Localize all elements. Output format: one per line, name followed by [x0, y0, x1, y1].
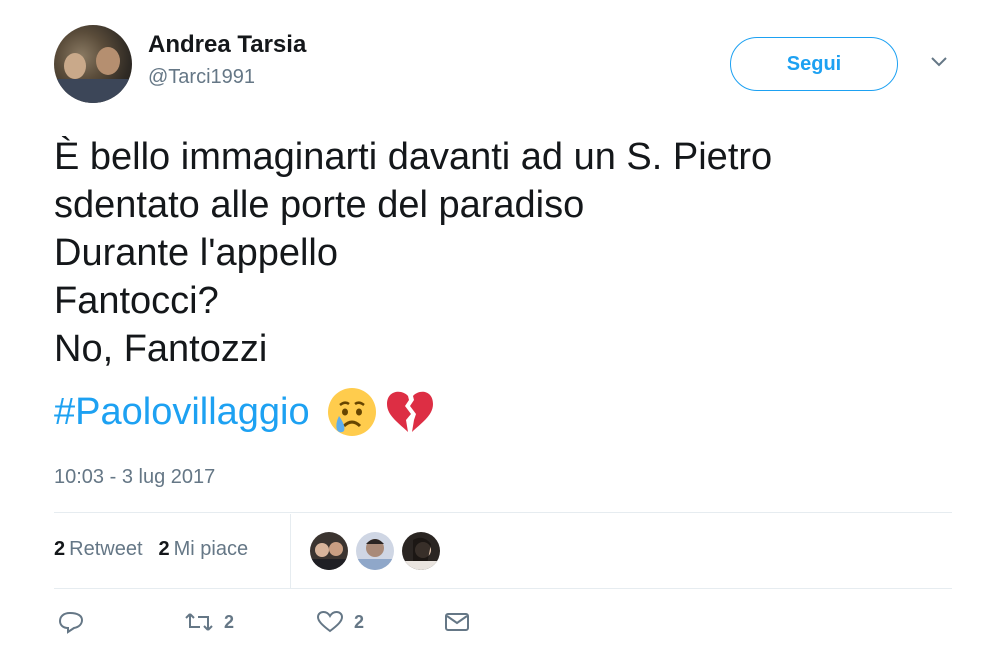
stats-divider — [290, 514, 291, 588]
tweet-timestamp[interactable]: 10:03 - 3 lug 2017 — [54, 466, 215, 489]
liker-avatar[interactable] — [356, 532, 394, 570]
user-handle[interactable]: @Tarci1991 — [148, 66, 255, 89]
follow-button[interactable]: Segui — [730, 37, 898, 91]
tweet-actions: 2 2 — [0, 610, 1000, 640]
broken-heart-emoji-icon — [386, 391, 433, 432]
engagement-stats: 2 Retweet 2 Mi piace — [54, 538, 248, 561]
retweet-button[interactable]: 2 — [184, 610, 234, 634]
hashtag-line: #Paolovillaggio — [54, 384, 438, 440]
tweet-line: È bello immaginarti davanti ad un S. Pie… — [54, 136, 773, 178]
like-button[interactable]: 2 — [316, 610, 364, 634]
tweet-line: No, Fantozzi — [54, 328, 268, 370]
reply-icon — [58, 611, 84, 634]
divider — [54, 512, 952, 513]
tweet-line: sdentato alle porte del paradiso — [54, 184, 585, 226]
crying-face-emoji-icon — [327, 388, 376, 436]
like-stat-label: Mi piace — [173, 538, 249, 560]
user-avatar[interactable] — [54, 25, 132, 103]
tweet-text: È bello immaginarti davanti ad un S. Pie… — [54, 133, 772, 373]
envelope-icon — [445, 613, 469, 631]
direct-message-button[interactable] — [444, 610, 470, 634]
retweet-count: 2 — [224, 611, 235, 632]
retweet-stat[interactable]: 2 Retweet — [54, 538, 143, 561]
heart-icon — [316, 610, 344, 633]
liker-avatar[interactable] — [310, 532, 348, 570]
user-name[interactable]: Andrea Tarsia — [148, 31, 306, 59]
hashtag-link[interactable]: #Paolovillaggio — [54, 391, 310, 434]
retweet-icon — [185, 613, 213, 631]
retweet-stat-label: Retweet — [69, 538, 143, 560]
like-count: 2 — [354, 611, 365, 632]
retweet-stat-count: 2 — [54, 538, 66, 560]
chevron-down-icon[interactable] — [928, 54, 950, 70]
tweet-line: Fantocci? — [54, 280, 219, 322]
like-stat[interactable]: 2 Mi piace — [159, 538, 249, 561]
like-stat-count: 2 — [158, 538, 170, 560]
tweet-line: Durante l'appello — [54, 232, 338, 274]
liker-avatar[interactable] — [402, 532, 440, 570]
reply-button[interactable] — [58, 610, 84, 634]
divider — [54, 588, 952, 589]
